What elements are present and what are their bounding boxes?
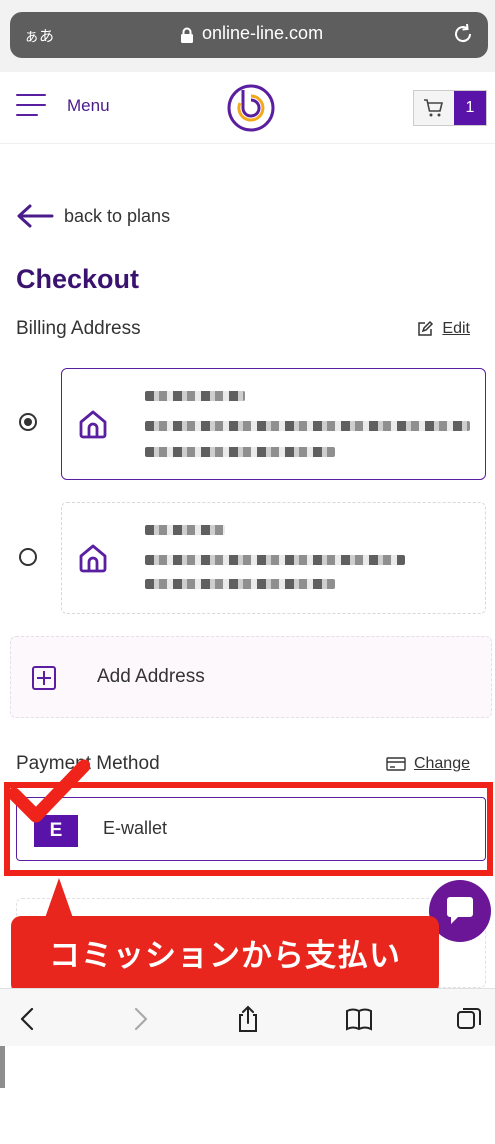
screen-edge-strip bbox=[0, 1046, 5, 1088]
back-icon[interactable] bbox=[14, 1005, 42, 1033]
text-size-button[interactable]: ぁあ bbox=[24, 25, 54, 46]
tabs-icon[interactable] bbox=[455, 1005, 483, 1033]
address-text-blurred bbox=[145, 421, 470, 431]
browser-top-bar: ぁあ online-line.com bbox=[0, 0, 495, 72]
edit-label: Edit bbox=[442, 320, 470, 337]
back-to-plans-link[interactable]: back to plans bbox=[16, 203, 170, 229]
address-text-blurred bbox=[145, 579, 335, 589]
address-card-1[interactable] bbox=[61, 368, 486, 480]
edit-icon bbox=[418, 320, 434, 336]
address-text-blurred bbox=[145, 525, 225, 535]
address-radio-2[interactable] bbox=[19, 548, 37, 566]
site-header: Menu 1 bbox=[0, 72, 495, 144]
callout-pointer bbox=[45, 878, 73, 918]
url-text: online-line.com bbox=[202, 23, 324, 43]
arrow-left-icon bbox=[17, 204, 54, 228]
address-text-blurred bbox=[145, 391, 245, 401]
address-text-blurred bbox=[145, 447, 335, 457]
plus-icon bbox=[32, 666, 56, 690]
billing-address-title: Billing Address bbox=[16, 318, 141, 339]
address-card-2[interactable] bbox=[61, 502, 486, 614]
address-radio-1[interactable] bbox=[19, 413, 37, 431]
annotation-callout: コミッションから支払い bbox=[11, 878, 439, 994]
address-text-blurred bbox=[145, 555, 405, 565]
callout-text: コミッションから支払い bbox=[49, 938, 401, 974]
chat-icon bbox=[447, 897, 473, 924]
forward-icon[interactable] bbox=[126, 1005, 154, 1033]
add-address-label: Add Address bbox=[97, 666, 205, 687]
billing-address-header: Billing Address Edit bbox=[16, 318, 470, 340]
card-icon bbox=[386, 757, 406, 771]
bookmarks-icon[interactable] bbox=[345, 1005, 373, 1033]
cart-count-badge: 1 bbox=[454, 91, 486, 125]
add-address-button[interactable]: Add Address bbox=[10, 636, 492, 718]
menu-label[interactable]: Menu bbox=[67, 96, 110, 116]
cart-button[interactable]: 1 bbox=[413, 90, 487, 126]
brand-logo[interactable] bbox=[225, 82, 277, 134]
home-icon bbox=[79, 410, 107, 439]
change-payment-button[interactable]: Change bbox=[386, 755, 470, 773]
page-title: Checkout bbox=[16, 264, 140, 294]
edit-button[interactable]: Edit bbox=[416, 320, 470, 338]
hamburger-icon[interactable] bbox=[16, 94, 46, 118]
change-label: Change bbox=[413, 755, 470, 772]
lock-icon bbox=[181, 27, 193, 43]
reload-icon[interactable] bbox=[452, 23, 474, 45]
home-icon bbox=[79, 544, 107, 573]
address-bar[interactable]: ぁあ online-line.com bbox=[10, 12, 488, 58]
cart-icon bbox=[424, 99, 444, 117]
browser-bottom-toolbar bbox=[0, 988, 495, 1046]
back-label: back to plans bbox=[64, 205, 171, 226]
share-icon[interactable] bbox=[234, 1005, 262, 1033]
checkmark-icon bbox=[8, 759, 90, 823]
